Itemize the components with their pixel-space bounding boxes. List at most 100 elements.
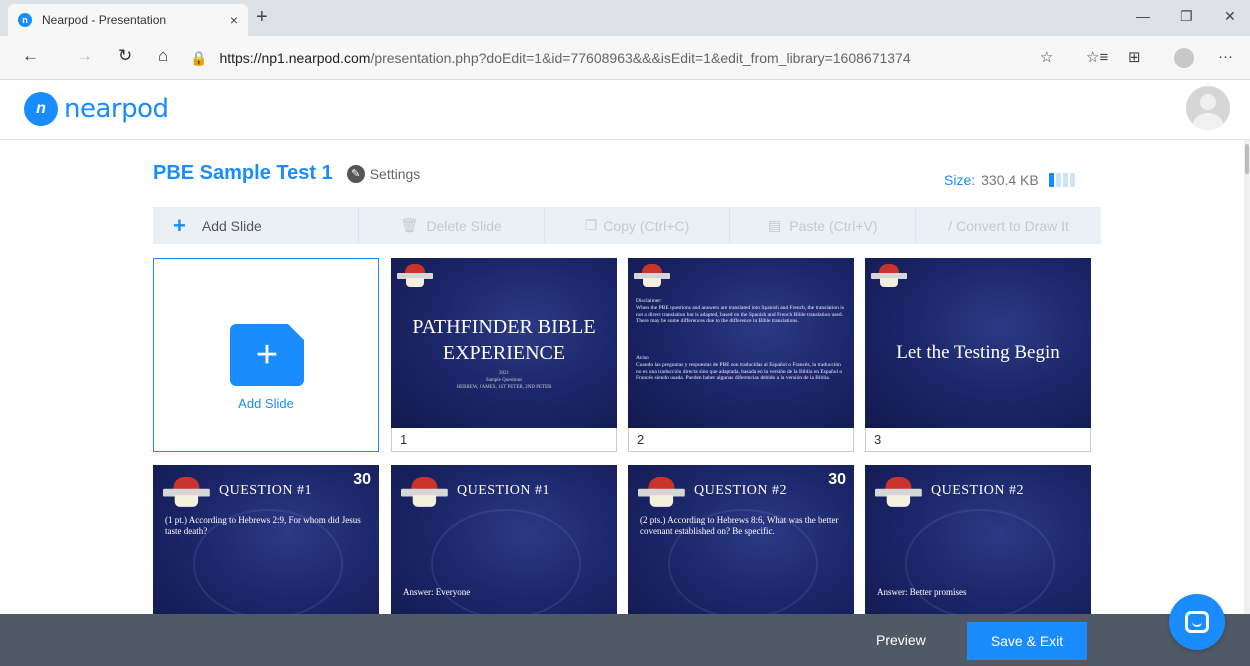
disclaimer-heading: Disclaimer: bbox=[636, 298, 662, 304]
pencil-icon: / bbox=[948, 217, 953, 234]
copy-button[interactable]: ❐ Copy (Ctrl+C) bbox=[545, 207, 731, 244]
nearpod-logo-text: nearpod bbox=[64, 94, 169, 124]
tab-title: Nearpod - Presentation bbox=[42, 13, 167, 27]
favorite-star-icon[interactable]: ☆ bbox=[1040, 48, 1053, 66]
more-menu-icon[interactable]: ··· bbox=[1218, 48, 1233, 65]
slide-thumbnail[interactable]: QUESTION #2 30 (2 pts.) According to Heb… bbox=[628, 465, 854, 614]
slide-thumbnail[interactable]: QUESTION #2 Answer: Better promises bbox=[865, 465, 1091, 614]
user-avatar[interactable] bbox=[1186, 86, 1230, 130]
close-window-button[interactable]: ✕ bbox=[1224, 8, 1236, 25]
pbe-emblem-icon bbox=[401, 477, 448, 508]
slide-thumbnail[interactable]: PATHFINDER BIBLE EXPERIENCE 2021 Sample … bbox=[391, 258, 617, 428]
title-row: PBE Sample Test 1 ✎ Settings bbox=[153, 162, 420, 185]
collections-icon[interactable]: ⊞ bbox=[1128, 48, 1141, 66]
paste-label: Paste (Ctrl+V) bbox=[789, 217, 878, 234]
restore-button[interactable]: ❐ bbox=[1180, 8, 1193, 25]
pbe-emblem-icon bbox=[634, 264, 670, 288]
slide-card[interactable]: Let the Testing Begin 3 bbox=[865, 258, 1091, 452]
app-header: n nearpod bbox=[0, 80, 1250, 140]
disclaimer-text: When the PBE questions and answers are t… bbox=[636, 305, 844, 324]
presentation-title[interactable]: PBE Sample Test 1 bbox=[153, 162, 333, 185]
delete-slide-label: Delete Slide bbox=[426, 217, 502, 234]
add-slide-label: Add Slide bbox=[201, 217, 262, 234]
address-bar-row: ← → ↻ ⌂ 🔒 https://np1.nearpod.com/presen… bbox=[0, 36, 1250, 80]
page-scrollbar[interactable] bbox=[1244, 140, 1250, 614]
settings-link[interactable]: ✎ Settings bbox=[346, 164, 421, 183]
slide-action-bar: + Add Slide 🗑 Delete Slide ❐ Copy (Ctrl+… bbox=[153, 207, 1101, 244]
chat-support-button[interactable] bbox=[1169, 594, 1225, 650]
pbe-emblem-icon bbox=[638, 477, 685, 508]
question-text: (1 pt.) According to Hebrews 2:9, For wh… bbox=[165, 515, 361, 536]
forward-button[interactable]: → bbox=[76, 46, 93, 66]
slide-card[interactable]: QUESTION #1 30 (1 pt.) According to Hebr… bbox=[153, 465, 379, 614]
paste-icon: ▤ bbox=[768, 217, 782, 233]
trash-icon: 🗑 bbox=[400, 217, 419, 233]
add-slide-button[interactable]: + Add Slide bbox=[153, 207, 359, 244]
size-indicator: Size: 330.4 KB bbox=[944, 172, 1075, 188]
nearpod-favicon-icon: n bbox=[18, 13, 32, 27]
delete-slide-button[interactable]: 🗑 Delete Slide bbox=[359, 207, 545, 244]
slide-subtitle: 2021 bbox=[499, 371, 509, 376]
slide-subtitle: Sample Questions bbox=[485, 378, 523, 383]
slide-thumbnail[interactable]: QUESTION #1 30 (1 pt.) According to Hebr… bbox=[153, 465, 379, 614]
copy-icon: ❐ bbox=[584, 217, 598, 233]
nearpod-logo-icon: n bbox=[24, 92, 58, 126]
url-host: https://np1.nearpod.com bbox=[219, 50, 371, 66]
question-heading: QUESTION #1 bbox=[219, 483, 312, 498]
slide-card[interactable]: QUESTION #1 Answer: Everyone bbox=[391, 465, 617, 614]
presentation-editor: PBE Sample Test 1 ✎ Settings Size: 330.4… bbox=[0, 140, 1250, 614]
slide-thumbnail[interactable]: Let the Testing Begin bbox=[865, 258, 1091, 428]
question-heading: QUESTION #2 bbox=[931, 483, 1024, 498]
pbe-emblem-icon bbox=[871, 264, 907, 288]
slide-title-line1: PATHFINDER BIBLE bbox=[412, 316, 596, 338]
slide-thumbnail[interactable]: Disclaimer: When the PBE questions and a… bbox=[628, 258, 854, 428]
size-label: Size: bbox=[944, 172, 976, 188]
aviso-text: Cuando las preguntas y respuestas de PBE… bbox=[636, 362, 843, 381]
settings-label: Settings bbox=[369, 165, 421, 182]
new-tab-button[interactable]: + bbox=[256, 6, 268, 29]
add-slide-card[interactable]: + Add Slide bbox=[153, 258, 379, 452]
copy-label: Copy (Ctrl+C) bbox=[603, 217, 690, 234]
slide-card[interactable]: PATHFINDER BIBLE EXPERIENCE 2021 Sample … bbox=[391, 258, 617, 452]
pbe-emblem-icon bbox=[397, 264, 433, 288]
url-field[interactable]: 🔒 https://np1.nearpod.com/presentation.p… bbox=[190, 42, 1070, 74]
pencil-icon: ✎ bbox=[346, 164, 365, 183]
paste-button[interactable]: ▤ Paste (Ctrl+V) bbox=[730, 207, 917, 244]
editor-footer: Preview Save & Exit bbox=[0, 614, 1250, 666]
slide-card[interactable]: Disclaimer: When the PBE questions and a… bbox=[628, 258, 854, 452]
slide-card[interactable]: QUESTION #2 30 (2 pts.) According to Heb… bbox=[628, 465, 854, 614]
chat-icon bbox=[1185, 611, 1209, 633]
question-heading: QUESTION #1 bbox=[457, 483, 550, 498]
convert-draw-it-button[interactable]: / Convert to Draw It bbox=[916, 207, 1101, 244]
nearpod-logo[interactable]: n nearpod bbox=[24, 92, 169, 126]
slide-number: 2 bbox=[628, 428, 854, 452]
size-meter bbox=[1048, 173, 1075, 187]
refresh-button[interactable]: ↻ bbox=[118, 46, 132, 66]
minimize-button[interactable]: — bbox=[1136, 8, 1150, 24]
question-answer: Answer: Everyone bbox=[403, 587, 471, 597]
browser-tab[interactable]: n Nearpod - Presentation × bbox=[8, 4, 248, 36]
tab-close-icon[interactable]: × bbox=[230, 12, 238, 28]
browser-profile-avatar[interactable] bbox=[1174, 48, 1194, 68]
plus-icon: + bbox=[173, 212, 186, 238]
save-exit-button[interactable]: Save & Exit bbox=[967, 622, 1087, 660]
slide-subtitle: HEBREW, JAMES, 1ST PETER, 2ND PETER bbox=[456, 385, 552, 390]
back-button[interactable]: ← bbox=[22, 46, 39, 66]
preview-button[interactable]: Preview bbox=[876, 632, 926, 648]
browser-tab-strip: n Nearpod - Presentation × + — ❐ ✕ bbox=[0, 0, 1250, 36]
slide-card[interactable]: QUESTION #2 Answer: Better promises bbox=[865, 465, 1091, 614]
add-document-icon: + bbox=[230, 323, 305, 386]
question-answer: Answer: Better promises bbox=[877, 587, 967, 597]
home-button[interactable]: ⌂ bbox=[158, 46, 168, 66]
lock-icon: 🔒 bbox=[190, 49, 208, 66]
convert-label: Convert to Draw It bbox=[956, 217, 1069, 234]
favorites-icon[interactable]: ☆≡ bbox=[1086, 48, 1108, 66]
size-value: 330.4 KB bbox=[981, 172, 1039, 188]
pbe-emblem-icon bbox=[163, 477, 210, 508]
slide-title-line2: EXPERIENCE bbox=[442, 342, 566, 364]
aviso-heading: Aviso bbox=[636, 355, 649, 361]
pbe-emblem-icon bbox=[875, 477, 922, 508]
question-heading: QUESTION #2 bbox=[694, 483, 787, 498]
slide-thumbnail[interactable]: QUESTION #1 Answer: Everyone bbox=[391, 465, 617, 614]
slide-title: Let the Testing Begin bbox=[896, 342, 1060, 363]
